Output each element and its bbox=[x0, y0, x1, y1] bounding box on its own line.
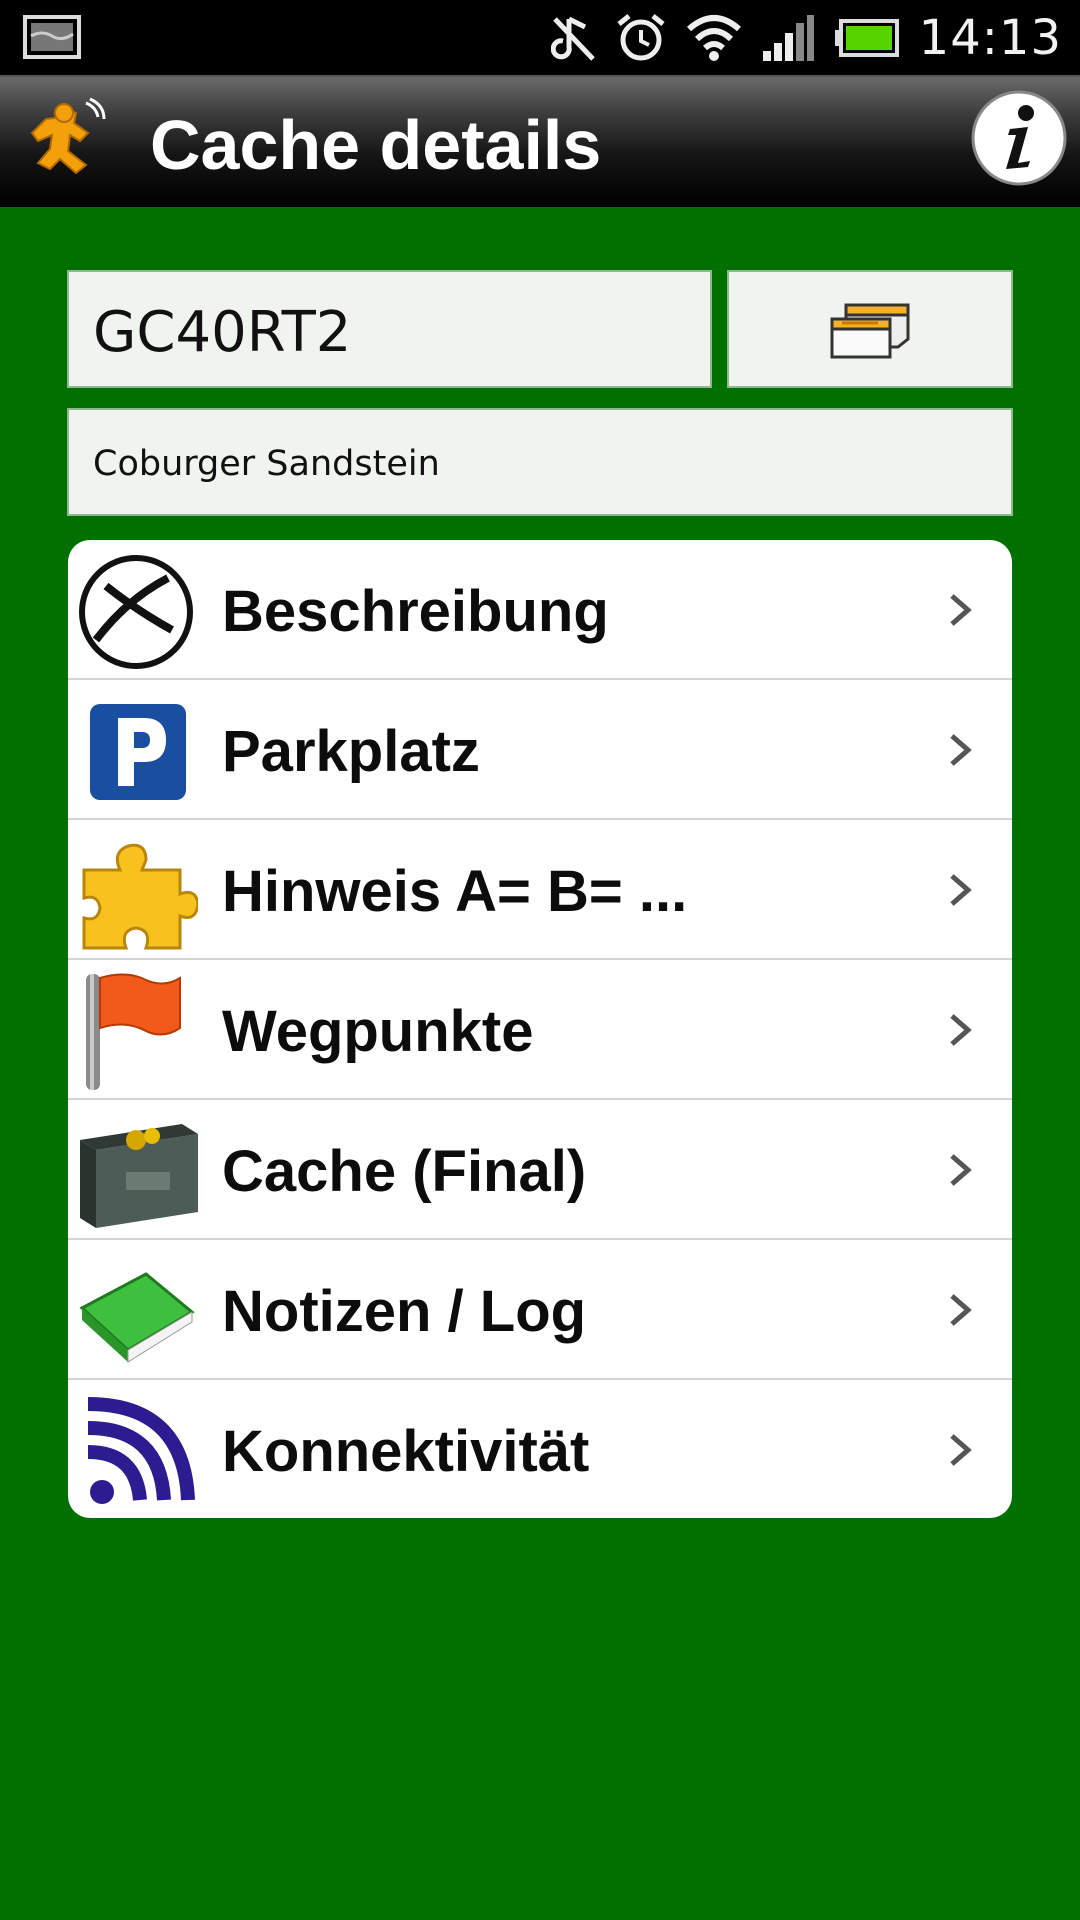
menu-item-label: Hinweis A= B= ... bbox=[222, 859, 688, 924]
menu-item-label: Notizen / Log bbox=[222, 1279, 587, 1344]
cache-box-button[interactable] bbox=[727, 270, 1013, 388]
flag-icon bbox=[86, 973, 181, 1090]
status-bar: 14:13 bbox=[0, 0, 1080, 75]
cache-name: Coburger Sandstein bbox=[93, 444, 440, 484]
connectivity-icon bbox=[87, 1397, 195, 1504]
app-logo-icon[interactable] bbox=[16, 95, 108, 187]
puzzle-icon bbox=[82, 843, 198, 950]
cache-code: GC40RT2 bbox=[93, 300, 352, 365]
menu-item-label: Cache (Final) bbox=[222, 1139, 587, 1204]
battery-icon bbox=[834, 18, 899, 57]
menu-item-label: Konnektivität bbox=[222, 1419, 590, 1484]
chevron-right-icon bbox=[950, 734, 972, 766]
status-time: 14:13 bbox=[918, 9, 1062, 66]
info-icon[interactable] bbox=[970, 89, 1068, 187]
menu-item-hinweis[interactable]: Hinweis A= B= ... bbox=[68, 820, 1012, 960]
geocaching-logo-icon bbox=[79, 555, 193, 669]
page-title: Cache details bbox=[150, 106, 602, 184]
chevron-right-icon bbox=[950, 1434, 972, 1466]
title-bar: Cache details bbox=[0, 75, 1080, 207]
menu-item-beschreibung[interactable]: Beschreibung bbox=[68, 540, 1012, 680]
parking-icon bbox=[90, 704, 186, 800]
menu-item-cache-final[interactable]: Cache (Final) bbox=[68, 1100, 1012, 1240]
book-icon bbox=[79, 1272, 195, 1363]
menu-item-parkplatz[interactable]: Parkplatz bbox=[68, 680, 1012, 820]
menu-item-label: Beschreibung bbox=[222, 579, 609, 644]
menu-item-notizen-log[interactable]: Notizen / Log bbox=[68, 1240, 1012, 1380]
alarm-icon bbox=[617, 13, 665, 60]
chevron-right-icon bbox=[950, 874, 972, 906]
menu-item-konnektivitaet[interactable]: Konnektivität bbox=[68, 1380, 1012, 1518]
chevron-right-icon bbox=[950, 1014, 972, 1046]
chevron-right-icon bbox=[950, 1294, 972, 1326]
mute-icon bbox=[550, 16, 595, 61]
signal-icon bbox=[762, 14, 814, 61]
cache-name-field[interactable]: Coburger Sandstein bbox=[67, 408, 1013, 516]
menu-item-label: Wegpunkte bbox=[222, 999, 534, 1064]
chevron-right-icon bbox=[950, 1154, 972, 1186]
cache-menu: Beschreibung Parkplatz Hinweis A= B= ...… bbox=[68, 540, 1012, 1518]
menu-item-wegpunkte[interactable]: Wegpunkte bbox=[68, 960, 1012, 1100]
cache-code-field[interactable]: GC40RT2 bbox=[67, 270, 712, 388]
cache-box-icon bbox=[830, 303, 910, 359]
menu-item-label: Parkplatz bbox=[222, 719, 480, 784]
wifi-icon bbox=[686, 14, 741, 61]
gallery-icon bbox=[23, 15, 81, 59]
chevron-right-icon bbox=[950, 594, 972, 626]
ammo-box-icon bbox=[80, 1124, 198, 1228]
